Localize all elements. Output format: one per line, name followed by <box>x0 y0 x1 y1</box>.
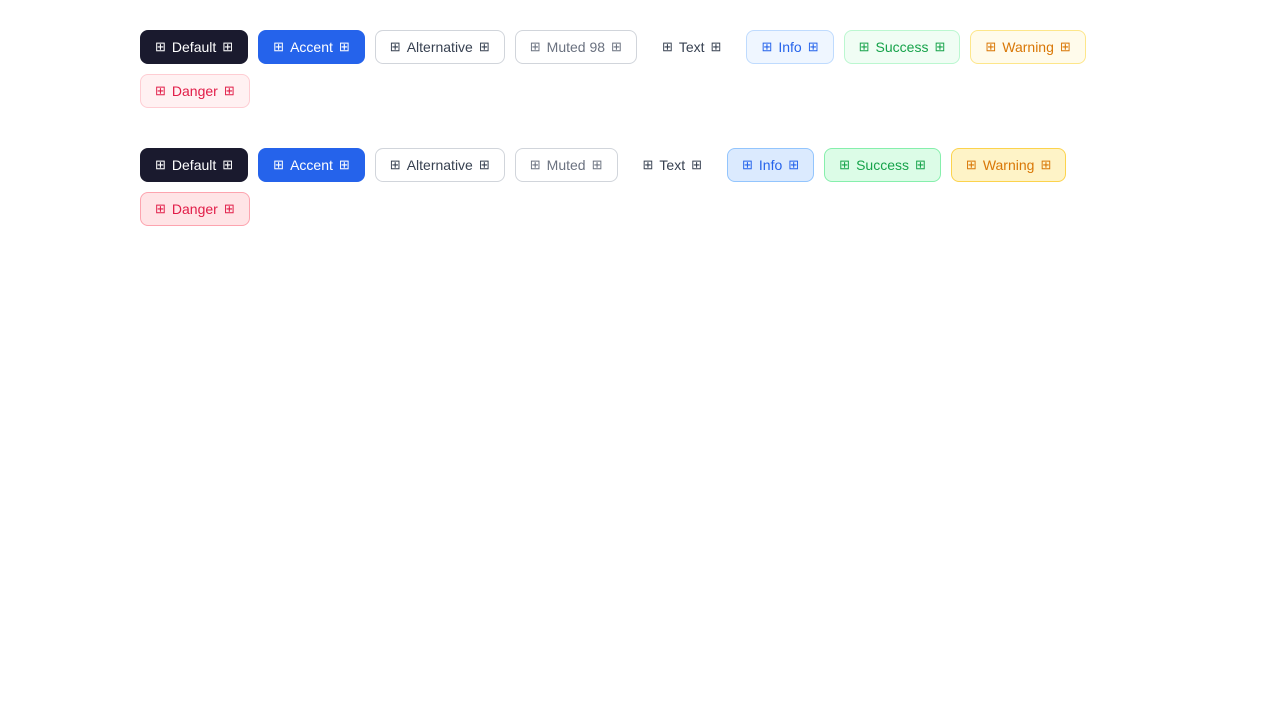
main-container: ⊞Default⊞⊞Accent⊞⊞Alternative⊞⊞Muted 98⊞… <box>0 0 1280 296</box>
alternative-icon-right: ⊞ <box>479 39 490 55</box>
btn-alternative[interactable]: ⊞ Alternative ⊞ <box>375 148 505 182</box>
accent-icon-right: ⊞ <box>339 39 350 55</box>
info-label: Info <box>759 157 782 173</box>
text-icon-right: ⊞ <box>691 157 702 173</box>
danger-icon-right: ⊞ <box>224 83 235 99</box>
btn-danger[interactable]: ⊞ Danger ⊞ <box>140 192 250 226</box>
btn-muted[interactable]: ⊞ Muted ⊞ <box>515 148 618 182</box>
accent-label: Accent <box>290 157 333 173</box>
success-label: Success <box>876 39 929 55</box>
btn-info[interactable]: ⊞ Info ⊞ <box>727 148 814 182</box>
btn-text[interactable]: ⊞ Text ⊞ <box>628 148 718 182</box>
success-icon-left: ⊞ <box>859 39 870 55</box>
muted-label: Muted <box>547 157 586 173</box>
success-icon-right: ⊞ <box>934 39 945 55</box>
warning-icon-right: ⊞ <box>1040 157 1051 173</box>
default-icon-left: ⊞ <box>155 157 166 173</box>
accent-label: Accent <box>290 39 333 55</box>
text-icon-left: ⊞ <box>662 39 673 55</box>
success-icon-left: ⊞ <box>839 157 850 173</box>
default-icon-right: ⊞ <box>222 157 233 173</box>
btn-warning[interactable]: ⊞ Warning ⊞ <box>951 148 1066 182</box>
button-row-1: ⊞Default⊞⊞Accent⊞⊞Alternative⊞⊞Muted 98⊞… <box>140 30 1140 108</box>
danger-icon-left: ⊞ <box>155 201 166 217</box>
muted-label: Muted 98 <box>547 39 605 55</box>
muted-icon-right: ⊞ <box>611 39 622 55</box>
info-icon-left: ⊞ <box>742 157 753 173</box>
button-row-2: ⊞ Default ⊞ ⊞ Accent ⊞ ⊞ Alternative ⊞ ⊞ Muted ⊞ ⊞ Te… <box>140 148 1140 226</box>
alternative-icon-left: ⊞ <box>390 39 401 55</box>
info-icon-left: ⊞ <box>761 39 772 55</box>
btn-muted[interactable]: ⊞ Muted 98 ⊞ <box>515 30 637 64</box>
warning-label: Warning <box>983 157 1035 173</box>
btn-success[interactable]: ⊞ Success ⊞ <box>824 148 941 182</box>
btn-danger[interactable]: ⊞ Danger ⊞ <box>140 74 250 108</box>
btn-text[interactable]: ⊞ Text ⊞ <box>647 30 737 64</box>
btn-info[interactable]: ⊞ Info ⊞ <box>746 30 833 64</box>
danger-label: Danger <box>172 201 218 217</box>
warning-icon-left: ⊞ <box>966 157 977 173</box>
default-icon-left: ⊞ <box>155 39 166 55</box>
text-icon-right: ⊞ <box>711 39 722 55</box>
alternative-icon-left: ⊞ <box>390 157 401 173</box>
btn-alternative[interactable]: ⊞ Alternative ⊞ <box>375 30 505 64</box>
btn-warning[interactable]: ⊞ Warning ⊞ <box>970 30 1085 64</box>
btn-success[interactable]: ⊞ Success ⊞ <box>844 30 961 64</box>
accent-icon-left: ⊞ <box>273 157 284 173</box>
info-label: Info <box>778 39 801 55</box>
text-icon-left: ⊞ <box>643 157 654 173</box>
default-label: Default <box>172 39 216 55</box>
success-label: Success <box>856 157 909 173</box>
text-label: Text <box>679 39 705 55</box>
btn-accent[interactable]: ⊞ Accent ⊞ <box>258 148 365 182</box>
warning-icon-left: ⊞ <box>985 39 996 55</box>
info-icon-right: ⊞ <box>788 157 799 173</box>
alternative-icon-right: ⊞ <box>479 157 490 173</box>
success-icon-right: ⊞ <box>915 157 926 173</box>
danger-label: Danger <box>172 83 218 99</box>
default-label: Default <box>172 157 216 173</box>
btn-default[interactable]: ⊞ Default ⊞ <box>140 30 248 64</box>
muted-icon-right: ⊞ <box>592 157 603 173</box>
alternative-label: Alternative <box>407 39 473 55</box>
muted-icon-left: ⊞ <box>530 157 541 173</box>
danger-icon-right: ⊞ <box>224 201 235 217</box>
info-icon-right: ⊞ <box>808 39 819 55</box>
danger-icon-left: ⊞ <box>155 83 166 99</box>
warning-label: Warning <box>1002 39 1054 55</box>
accent-icon-right: ⊞ <box>339 157 350 173</box>
text-label: Text <box>659 157 685 173</box>
default-icon-right: ⊞ <box>222 39 233 55</box>
muted-icon-left: ⊞ <box>530 39 541 55</box>
accent-icon-left: ⊞ <box>273 39 284 55</box>
btn-accent[interactable]: ⊞ Accent ⊞ <box>258 30 365 64</box>
btn-default[interactable]: ⊞ Default ⊞ <box>140 148 248 182</box>
alternative-label: Alternative <box>407 157 473 173</box>
warning-icon-right: ⊞ <box>1060 39 1071 55</box>
